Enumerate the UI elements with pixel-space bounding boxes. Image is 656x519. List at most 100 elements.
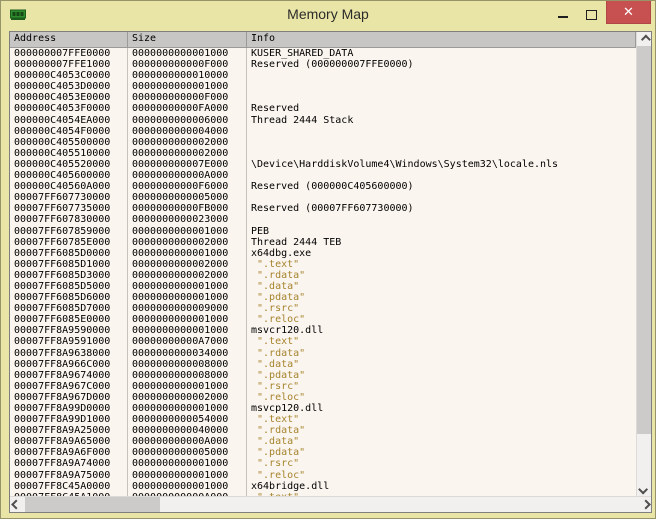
cell-size: 000000000000A000 [128,170,247,181]
minimize-icon [558,16,568,18]
table-row[interactable]: 00007FF8C45A0000 0000000000001000 x64bri… [10,481,636,492]
table-row[interactable]: 000000C4053D0000 0000000000001000 [10,81,636,92]
table-row[interactable]: 00007FF8A99D0000 0000000000001000 msvcp1… [10,403,636,414]
cell-info: ".text" [247,259,636,270]
table-row[interactable]: 000000C405520000 000000000007E000 \Devic… [10,159,636,170]
table-row[interactable]: 00007FF8A9638000 0000000000034000 ".rdat… [10,348,636,359]
table-row[interactable]: 00007FF8A966C000 0000000000008000 ".data… [10,359,636,370]
table-row[interactable]: 00007FF8A9A75000 0000000000001000 ".relo… [10,470,636,481]
cell-address: 00007FF607735000 [10,203,128,214]
vertical-scroll-thumb[interactable] [637,46,651,434]
maximize-icon [586,10,597,20]
table-row[interactable]: 00007FF8A967C000 0000000000001000 ".rsrc… [10,381,636,392]
table-row[interactable]: 00007FF607859000 0000000000001000 PEB [10,226,636,237]
table-row[interactable]: 00007FF8A9A65000 000000000000A000 ".data… [10,436,636,447]
table-row[interactable]: 00007FF8A967D000 0000000000002000 ".relo… [10,392,636,403]
cell-info [247,70,636,81]
cell-size: 0000000000001000 [128,481,247,492]
minimize-button[interactable] [548,1,577,24]
maximize-button[interactable] [577,1,606,24]
table-row[interactable]: 00007FF607730000 0000000000005000 [10,192,636,203]
cell-address: 000000C4053C0000 [10,70,128,81]
scroll-down-button[interactable] [637,482,651,496]
chevron-left-icon [11,500,21,510]
cell-address: 00007FF6085D0000 [10,248,128,259]
table-row[interactable]: 00007FF8A9674000 0000000000008000 ".pdat… [10,370,636,381]
cell-info: msvcr120.dll [247,325,636,336]
cell-address: 00007FF607859000 [10,226,128,237]
cell-size: 0000000000001000 [128,281,247,292]
table-row[interactable]: 00007FF8A99D1000 0000000000054000 ".text… [10,414,636,425]
table-row[interactable]: 000000C40560A000 00000000000F6000 Reserv… [10,181,636,192]
scroll-left-button[interactable] [10,497,24,512]
table-row[interactable]: 000000C405510000 0000000000002000 [10,148,636,159]
scroll-up-button[interactable] [637,32,651,46]
cell-info: Reserved [247,103,636,114]
table-row[interactable]: 00007FF8A9A25000 0000000000040000 ".rdat… [10,425,636,436]
table-row[interactable]: 00007FF6085D5000 0000000000001000 ".data… [10,281,636,292]
title-bar[interactable]: Memory Map ✕ [1,1,655,31]
cell-address: 00007FF6085D7000 [10,303,128,314]
column-header-size[interactable]: Size [128,32,247,47]
table-row[interactable]: 00007FF8A9591000 00000000000A7000 ".text… [10,336,636,347]
table-row[interactable]: 000000C4053E0000 000000000000F000 [10,92,636,103]
cell-info: ".reloc" [247,392,636,403]
table-row[interactable]: 00007FF6085D6000 0000000000001000 ".pdat… [10,292,636,303]
vertical-scroll-track[interactable] [637,46,651,482]
cell-size: 0000000000054000 [128,414,247,425]
cell-info [247,214,636,225]
table-row[interactable]: 000000C405600000 000000000000A000 [10,170,636,181]
cell-address: 00007FF8A99D1000 [10,414,128,425]
cell-info [247,81,636,92]
cell-address: 000000007FFE0000 [10,48,128,59]
cell-address: 000000C4053E0000 [10,92,128,103]
horizontal-scroll-thumb[interactable] [25,497,160,512]
vertical-scrollbar[interactable] [636,32,651,496]
cell-info: PEB [247,226,636,237]
cell-size: 0000000000001000 [128,314,247,325]
cell-address: 00007FF8C45A0000 [10,481,128,492]
close-button[interactable]: ✕ [606,1,651,24]
table-row[interactable]: 000000C4054F0000 0000000000004000 [10,126,636,137]
close-icon: ✕ [623,4,634,20]
table-row[interactable]: 00007FF6085D7000 0000000000009000 ".rsrc… [10,303,636,314]
cell-size: 0000000000001000 [128,248,247,259]
chevron-down-icon [638,484,648,494]
table-row[interactable]: 000000007FFE0000 0000000000001000 KUSER_… [10,48,636,59]
cell-size: 0000000000001000 [128,403,247,414]
cell-address: 000000C4054EA000 [10,115,128,126]
cell-size: 0000000000002000 [128,237,247,248]
table-row[interactable]: 00007FF607830000 0000000000023000 [10,214,636,225]
table-row[interactable]: 00007FF6085D1000 0000000000002000 ".text… [10,259,636,270]
table-row[interactable]: 00007FF6085D0000 0000000000001000 x64dbg… [10,248,636,259]
table-row[interactable]: 000000007FFE1000 000000000000F000 Reserv… [10,59,636,70]
cell-info: msvcp120.dll [247,403,636,414]
table-row[interactable]: 00007FF607735000 00000000000FB000 Reserv… [10,203,636,214]
table-row[interactable]: 000000C405500000 0000000000002000 [10,137,636,148]
cell-address: 00007FF8A967C000 [10,381,128,392]
cell-info: x64bridge.dll [247,481,636,492]
horizontal-scrollbar[interactable] [10,496,651,512]
table-row[interactable]: 00007FF6085D3000 0000000000002000 ".rdat… [10,270,636,281]
table-row[interactable]: 00007FF8A9A6F000 0000000000005000 ".pdat… [10,447,636,458]
table-row[interactable]: 000000C4053F0000 00000000000FA000 Reserv… [10,103,636,114]
table-row[interactable]: 00007FF6085E0000 0000000000001000 ".relo… [10,314,636,325]
scroll-right-button[interactable] [637,497,651,512]
cell-address: 00007FF8A9A6F000 [10,447,128,458]
cell-info [247,92,636,103]
cell-info [247,192,636,203]
table-row[interactable]: 00007FF8A9590000 0000000000001000 msvcr1… [10,325,636,336]
table-row[interactable]: 000000C4054EA000 0000000000006000 Thread… [10,115,636,126]
column-header-info[interactable]: Info [247,32,636,47]
cell-address: 00007FF607730000 [10,192,128,203]
cell-size: 000000000000A000 [128,436,247,447]
table-row[interactable]: 00007FF8A9A74000 0000000000001000 ".rsrc… [10,458,636,469]
column-header-address[interactable]: Address [10,32,128,47]
cell-size: 0000000000002000 [128,259,247,270]
cell-info: ".rdata" [247,348,636,359]
horizontal-scroll-track[interactable] [24,497,637,512]
table-row[interactable]: 000000C4053C0000 0000000000010000 [10,70,636,81]
table-row[interactable]: 00007FF60785E000 0000000000002000 Thread… [10,237,636,248]
cell-size: 0000000000002000 [128,137,247,148]
table-body: 000000007FFE0000 0000000000001000 KUSER_… [10,48,636,496]
